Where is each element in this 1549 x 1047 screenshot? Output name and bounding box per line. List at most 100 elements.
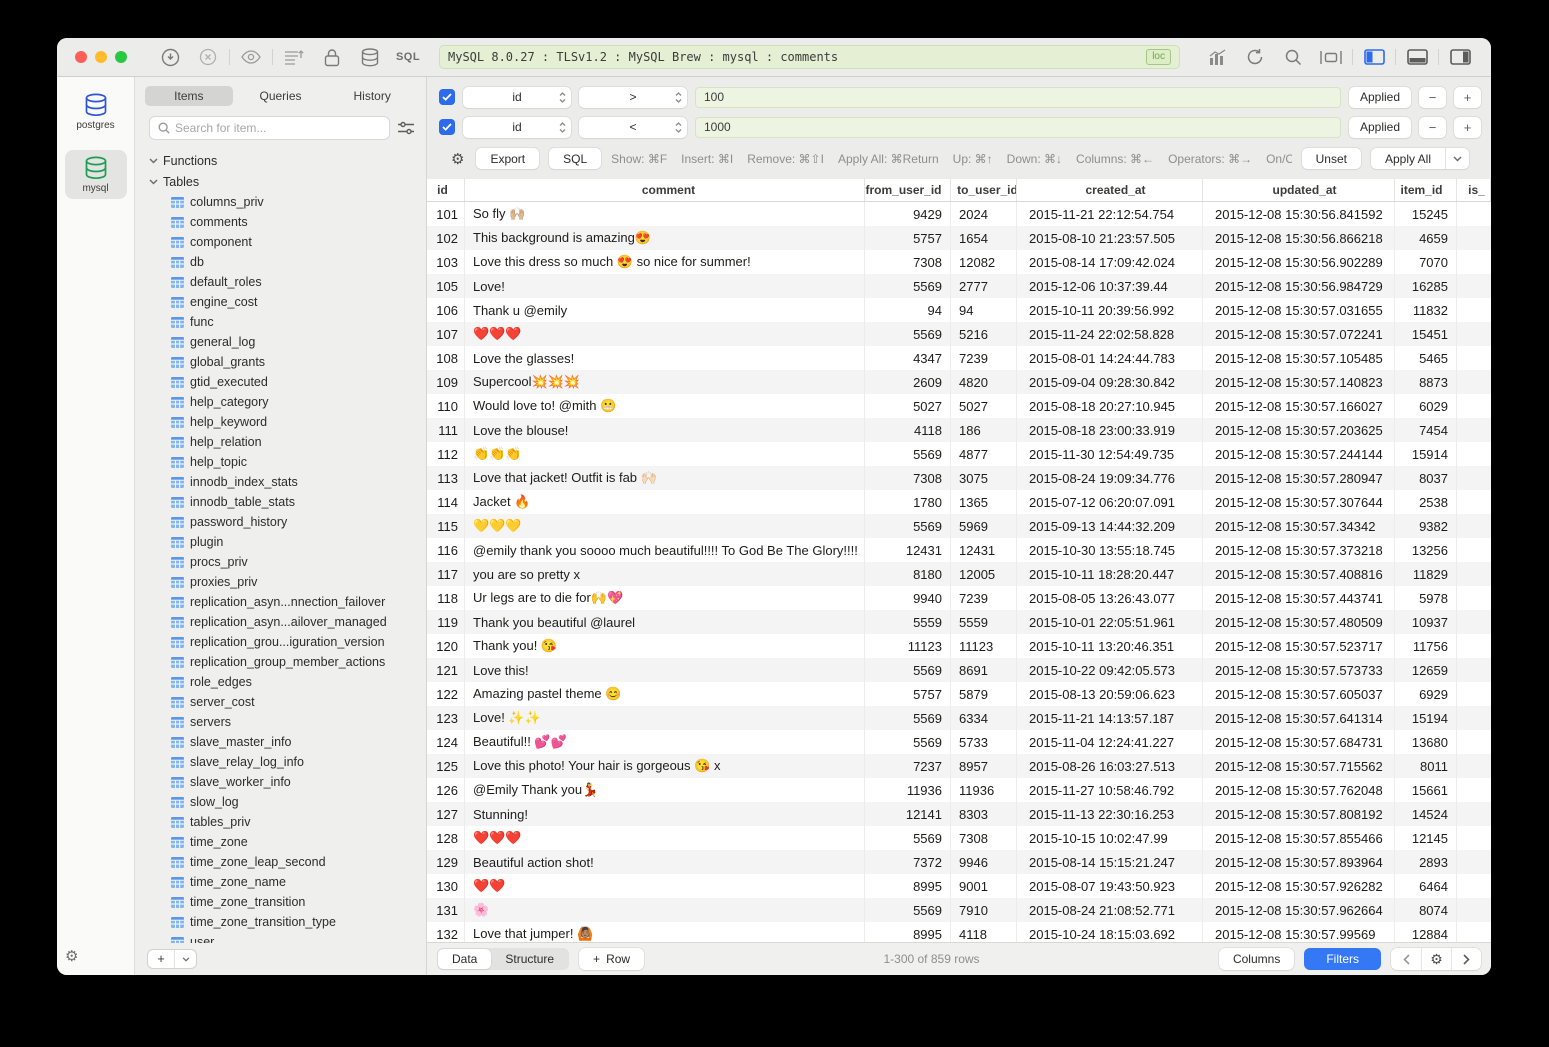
close-window-button[interactable] bbox=[75, 51, 87, 63]
cell-is[interactable] bbox=[1457, 706, 1491, 730]
cell-from-user-id[interactable]: 5569 bbox=[865, 658, 951, 682]
cell-item-id[interactable]: 6929 bbox=[1395, 682, 1457, 706]
cell-item-id[interactable]: 2893 bbox=[1395, 850, 1457, 874]
cell-comment[interactable]: 💛💛💛 bbox=[465, 514, 865, 538]
sidebar-table-item[interactable]: time_zone_leap_second bbox=[149, 852, 426, 872]
cell-updated-at[interactable]: 2015-12-08 15:30:57.443741 bbox=[1203, 586, 1395, 610]
cell-updated-at[interactable]: 2015-12-08 15:30:57.105485 bbox=[1203, 346, 1395, 370]
cell-item-id[interactable]: 11832 bbox=[1395, 298, 1457, 322]
cell-created-at[interactable]: 2015-10-01 22:05:51.961 bbox=[1017, 610, 1203, 634]
cell-is[interactable] bbox=[1457, 562, 1491, 586]
search-icon[interactable] bbox=[1274, 45, 1312, 69]
cell-updated-at[interactable]: 2015-12-08 15:30:57.523717 bbox=[1203, 634, 1395, 658]
cell-to-user-id[interactable]: 8303 bbox=[951, 802, 1017, 826]
cell-is[interactable] bbox=[1457, 346, 1491, 370]
cell-id[interactable]: 110 bbox=[427, 394, 465, 418]
table-row[interactable]: 102 This background is amazing😍 5757 165… bbox=[427, 226, 1491, 250]
cell-comment[interactable]: Love that jacket! Outfit is fab 🙌🏻 bbox=[465, 466, 865, 490]
filter-settings-gear-icon[interactable]: ⚙ bbox=[451, 150, 464, 168]
cell-comment[interactable]: Love this! bbox=[465, 658, 865, 682]
cell-to-user-id[interactable]: 5733 bbox=[951, 730, 1017, 754]
cell-id[interactable]: 115 bbox=[427, 514, 465, 538]
cell-to-user-id[interactable]: 7239 bbox=[951, 346, 1017, 370]
table-row[interactable]: 131 🌸 5569 7910 2015-08-24 21:08:52.771 … bbox=[427, 898, 1491, 922]
cell-updated-at[interactable]: 2015-12-08 15:30:56.984729 bbox=[1203, 274, 1395, 298]
cell-comment[interactable]: Love this photo! Your hair is gorgeous 😘… bbox=[465, 754, 865, 778]
cell-comment[interactable]: Would love to! @mith 😬 bbox=[465, 394, 865, 418]
cell-item-id[interactable]: 7454 bbox=[1395, 418, 1457, 442]
cell-created-at[interactable]: 2015-10-15 10:02:47.99 bbox=[1017, 826, 1203, 850]
cell-comment[interactable]: Supercool💥💥💥 bbox=[465, 370, 865, 394]
zoom-window-button[interactable] bbox=[115, 51, 127, 63]
cell-from-user-id[interactable]: 7308 bbox=[865, 466, 951, 490]
cell-to-user-id[interactable]: 5559 bbox=[951, 610, 1017, 634]
disconnect-icon[interactable] bbox=[189, 45, 227, 69]
sidebar-table-item[interactable]: gtid_executed bbox=[149, 372, 426, 392]
cell-to-user-id[interactable]: 186 bbox=[951, 418, 1017, 442]
table-row[interactable]: 119 Thank you beautiful @laurel 5559 555… bbox=[427, 610, 1491, 634]
cell-is[interactable] bbox=[1457, 322, 1491, 346]
cell-item-id[interactable]: 9382 bbox=[1395, 514, 1457, 538]
cell-from-user-id[interactable]: 9429 bbox=[865, 202, 951, 226]
cell-to-user-id[interactable]: 5216 bbox=[951, 322, 1017, 346]
table-row[interactable]: 127 Stunning! 12141 8303 2015-11-13 22:3… bbox=[427, 802, 1491, 826]
cell-to-user-id[interactable]: 12431 bbox=[951, 538, 1017, 562]
cell-is[interactable] bbox=[1457, 514, 1491, 538]
cell-from-user-id[interactable]: 5569 bbox=[865, 274, 951, 298]
cell-from-user-id[interactable]: 94 bbox=[865, 298, 951, 322]
cell-id[interactable]: 112 bbox=[427, 442, 465, 466]
cell-id[interactable]: 121 bbox=[427, 658, 465, 682]
cell-to-user-id[interactable]: 4118 bbox=[951, 922, 1017, 942]
page-settings-button[interactable]: ⚙ bbox=[1421, 948, 1451, 970]
add-item-dropdown[interactable] bbox=[174, 950, 196, 968]
sidebar-table-item[interactable]: help_keyword bbox=[149, 412, 426, 432]
sidebar-table-item[interactable]: columns_priv bbox=[149, 192, 426, 212]
cell-created-at[interactable]: 2015-08-18 23:00:33.919 bbox=[1017, 418, 1203, 442]
cell-from-user-id[interactable]: 8995 bbox=[865, 922, 951, 942]
cell-is[interactable] bbox=[1457, 538, 1491, 562]
sidebar-table-item[interactable]: replication_group_member_actions bbox=[149, 652, 426, 672]
sidebar-table-item[interactable]: password_history bbox=[149, 512, 426, 532]
cell-item-id[interactable]: 11829 bbox=[1395, 562, 1457, 586]
cell-created-at[interactable]: 2015-08-24 19:09:34.776 bbox=[1017, 466, 1203, 490]
filter-value-input[interactable]: 1000 bbox=[695, 117, 1341, 138]
filter-applied-button[interactable]: Applied bbox=[1349, 117, 1411, 138]
cell-from-user-id[interactable]: 9940 bbox=[865, 586, 951, 610]
cell-updated-at[interactable]: 2015-12-08 15:30:56.902289 bbox=[1203, 250, 1395, 274]
table-row[interactable]: 106 Thank u @emily 94 94 2015-10-11 20:3… bbox=[427, 298, 1491, 322]
cell-id[interactable]: 102 bbox=[427, 226, 465, 250]
cell-from-user-id[interactable]: 2609 bbox=[865, 370, 951, 394]
cell-is[interactable] bbox=[1457, 274, 1491, 298]
cell-is[interactable] bbox=[1457, 658, 1491, 682]
sidebar-table-item[interactable]: tables_priv bbox=[149, 812, 426, 832]
cell-item-id[interactable]: 5465 bbox=[1395, 346, 1457, 370]
cell-updated-at[interactable]: 2015-12-08 15:30:57.072241 bbox=[1203, 322, 1395, 346]
cell-from-user-id[interactable]: 5569 bbox=[865, 898, 951, 922]
column-header-created-at[interactable]: created_at bbox=[1017, 179, 1203, 201]
cell-id[interactable]: 125 bbox=[427, 754, 465, 778]
cell-created-at[interactable]: 2015-08-07 19:43:50.923 bbox=[1017, 874, 1203, 898]
cell-created-at[interactable]: 2015-10-11 20:39:56.992 bbox=[1017, 298, 1203, 322]
cell-is[interactable] bbox=[1457, 826, 1491, 850]
cell-created-at[interactable]: 2015-08-14 17:09:42.024 bbox=[1017, 250, 1203, 274]
cell-is[interactable] bbox=[1457, 898, 1491, 922]
database-icon[interactable] bbox=[351, 45, 389, 69]
cell-created-at[interactable]: 2015-11-30 12:54:49.735 bbox=[1017, 442, 1203, 466]
cell-comment[interactable]: Love that jumper! 🙆🏽 bbox=[465, 922, 865, 942]
preview-eye-icon[interactable] bbox=[232, 45, 270, 69]
table-row[interactable]: 122 Amazing pastel theme 😊 5757 5879 201… bbox=[427, 682, 1491, 706]
cell-id[interactable]: 118 bbox=[427, 586, 465, 610]
table-row[interactable]: 108 Love the glasses! 4347 7239 2015-08-… bbox=[427, 346, 1491, 370]
segment-structure[interactable]: Structure bbox=[491, 949, 568, 969]
sidebar-table-item[interactable]: role_edges bbox=[149, 672, 426, 692]
cell-item-id[interactable]: 10937 bbox=[1395, 610, 1457, 634]
cell-created-at[interactable]: 2015-08-05 13:26:43.077 bbox=[1017, 586, 1203, 610]
cell-created-at[interactable]: 2015-07-12 06:20:07.091 bbox=[1017, 490, 1203, 514]
cell-updated-at[interactable]: 2015-12-08 15:30:57.280947 bbox=[1203, 466, 1395, 490]
cell-comment[interactable]: Love the glasses! bbox=[465, 346, 865, 370]
cell-comment[interactable]: @emily thank you soooo much beautiful!!!… bbox=[465, 538, 865, 562]
column-header-updated-at[interactable]: updated_at bbox=[1203, 179, 1395, 201]
cell-is[interactable] bbox=[1457, 802, 1491, 826]
remove-filter-button[interactable]: − bbox=[1419, 87, 1446, 108]
cell-updated-at[interactable]: 2015-12-08 15:30:57.808192 bbox=[1203, 802, 1395, 826]
